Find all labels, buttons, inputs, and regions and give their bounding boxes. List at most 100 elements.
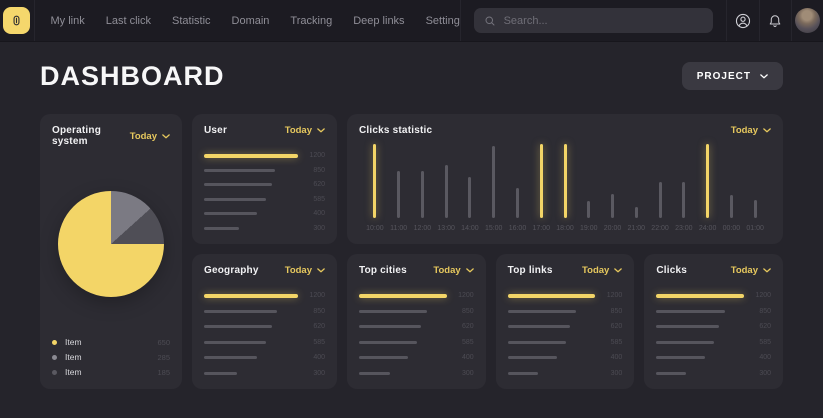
nav-item-statistic[interactable]: Statistic bbox=[172, 15, 211, 27]
search-icon bbox=[484, 15, 496, 27]
time-label: 22:00 bbox=[651, 225, 669, 232]
page-title: DASHBOARD bbox=[40, 61, 225, 92]
bar-track bbox=[204, 197, 298, 201]
chevron-down-icon bbox=[466, 268, 474, 273]
bar-value: 585 bbox=[595, 339, 622, 346]
bar-row: 620 bbox=[656, 323, 771, 330]
time-label: 13:00 bbox=[437, 225, 455, 232]
bar-value: 850 bbox=[595, 308, 622, 315]
period-label: Today bbox=[433, 265, 460, 276]
user-circle-icon bbox=[734, 12, 752, 30]
bar bbox=[204, 372, 237, 375]
card-title: Operating system bbox=[52, 125, 130, 147]
legend-label: Item bbox=[65, 352, 157, 362]
bar-track bbox=[508, 325, 596, 329]
hbar-chart: 1200850620585400300 bbox=[204, 152, 325, 232]
bar bbox=[359, 341, 417, 344]
vbar-column: 23:00 bbox=[672, 144, 696, 232]
vbar-track bbox=[482, 144, 506, 218]
vbar-column: 12:00 bbox=[411, 144, 435, 232]
time-label: 19:00 bbox=[580, 225, 598, 232]
bar-row: 620 bbox=[359, 323, 474, 330]
bell-icon bbox=[767, 13, 783, 29]
vbar-column: 20:00 bbox=[601, 144, 625, 232]
vbar-column: 18:00 bbox=[553, 144, 577, 232]
period-dropdown[interactable]: Today bbox=[582, 265, 622, 276]
hbar-chart: 1200850620585400300 bbox=[656, 292, 771, 377]
bar bbox=[359, 372, 390, 375]
bar-track bbox=[204, 340, 298, 344]
notifications-button[interactable] bbox=[759, 0, 791, 41]
card-title: Top links bbox=[508, 265, 553, 276]
time-label: 20:00 bbox=[604, 225, 622, 232]
vbar-column: 00:00 bbox=[719, 144, 743, 232]
bar-row: 620 bbox=[204, 323, 325, 330]
nav-item-setting[interactable]: Setting bbox=[426, 15, 460, 27]
nav-item-my-link[interactable]: My link bbox=[51, 15, 85, 27]
vbar bbox=[706, 144, 709, 218]
bar-row: 1200 bbox=[656, 292, 771, 299]
page-head: DASHBOARD PROJECT bbox=[40, 59, 783, 93]
bar-track bbox=[204, 309, 298, 313]
bar bbox=[359, 356, 408, 359]
period-dropdown[interactable]: Today bbox=[285, 265, 325, 276]
vbar-column: 22:00 bbox=[648, 144, 672, 232]
period-label: Today bbox=[731, 125, 758, 136]
legend-label: Item bbox=[65, 367, 157, 377]
vbar-track bbox=[577, 144, 601, 218]
search-input[interactable] bbox=[504, 15, 704, 27]
bar bbox=[656, 325, 718, 328]
nav-item-deep-links[interactable]: Deep links bbox=[353, 15, 404, 27]
bar-track bbox=[204, 154, 298, 158]
vbar-column: 13:00 bbox=[434, 144, 458, 232]
time-label: 23:00 bbox=[675, 225, 693, 232]
card-head: Top cities Today bbox=[359, 265, 474, 276]
period-dropdown[interactable]: Today bbox=[130, 131, 170, 142]
bar bbox=[656, 372, 686, 375]
time-label: 18:00 bbox=[556, 225, 574, 232]
bar-row: 850 bbox=[656, 308, 771, 315]
vbar bbox=[730, 195, 733, 218]
account-button[interactable] bbox=[726, 0, 758, 41]
period-dropdown[interactable]: Today bbox=[731, 125, 771, 136]
vbar bbox=[373, 144, 376, 218]
dashboard-app: My link Last click Statistic Domain Tracking… bbox=[0, 0, 823, 418]
legend-label: Item bbox=[65, 337, 157, 347]
bar-value: 620 bbox=[744, 323, 771, 330]
bar-track bbox=[204, 371, 298, 375]
bar-track bbox=[359, 325, 447, 329]
period-dropdown[interactable]: Today bbox=[433, 265, 473, 276]
bar bbox=[656, 294, 744, 298]
bar bbox=[508, 372, 539, 375]
top-nav-bar: My link Last click Statistic Domain Tracking… bbox=[0, 0, 823, 42]
bar-track bbox=[204, 325, 298, 329]
chevron-down-icon bbox=[763, 268, 771, 273]
card-title: User bbox=[204, 125, 227, 136]
app-logo[interactable] bbox=[3, 7, 30, 34]
bar bbox=[204, 356, 257, 359]
bar-row: 1200 bbox=[359, 292, 474, 299]
period-dropdown[interactable]: Today bbox=[285, 125, 325, 136]
chevron-down-icon bbox=[317, 128, 325, 133]
bar-row: 585 bbox=[359, 339, 474, 346]
vbar bbox=[659, 182, 662, 218]
avatar bbox=[795, 8, 820, 33]
vbar bbox=[445, 165, 448, 218]
card-geography: Geography Today 1200850620585400300 bbox=[192, 254, 337, 389]
bar-track bbox=[508, 309, 596, 313]
search-box[interactable] bbox=[474, 8, 714, 33]
nav-item-last-click[interactable]: Last click bbox=[106, 15, 151, 27]
bar-track bbox=[508, 294, 596, 298]
nav-item-domain[interactable]: Domain bbox=[232, 15, 270, 27]
logo-cell bbox=[0, 0, 35, 41]
nav-item-tracking[interactable]: Tracking bbox=[290, 15, 332, 27]
period-dropdown[interactable]: Today bbox=[731, 265, 771, 276]
avatar-cell[interactable] bbox=[791, 0, 823, 41]
card-title: Geography bbox=[204, 265, 259, 276]
bar-value: 585 bbox=[447, 339, 474, 346]
vbar-column: 17:00 bbox=[529, 144, 553, 232]
project-dropdown[interactable]: PROJECT bbox=[682, 62, 783, 90]
vbar-column: 19:00 bbox=[577, 144, 601, 232]
time-label: 15:00 bbox=[485, 225, 503, 232]
bar-track bbox=[204, 168, 298, 172]
